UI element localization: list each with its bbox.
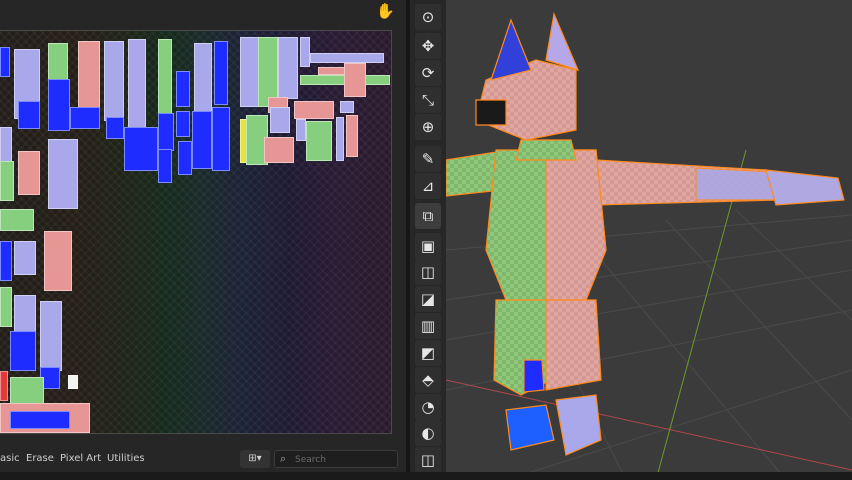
uv-island <box>14 241 36 275</box>
uv-island <box>346 115 358 157</box>
uv-island <box>240 37 260 107</box>
measure-icon[interactable]: ⊿ <box>415 173 441 199</box>
viewport-scene <box>446 11 852 480</box>
3d-viewport[interactable] <box>446 0 852 480</box>
tab-basic[interactable]: asic <box>0 453 20 464</box>
uv-island <box>10 331 36 371</box>
uv-texture-canvas[interactable] <box>0 30 392 434</box>
uv-island <box>68 375 78 389</box>
scale-icon[interactable]: ⤡ <box>415 87 441 113</box>
loop-cut-icon[interactable]: ▥ <box>415 313 441 339</box>
uv-island <box>104 41 124 121</box>
uv-island <box>194 43 212 113</box>
uv-island <box>306 121 332 161</box>
uv-island <box>212 107 230 171</box>
uv-island <box>40 301 62 371</box>
status-bar <box>0 472 852 480</box>
x-axis-line <box>446 379 852 471</box>
bevel-icon[interactable]: ◪ <box>415 286 441 312</box>
uv-island <box>300 37 310 67</box>
tab-pixel-art[interactable]: Pixel Art <box>60 453 101 464</box>
uv-island <box>340 101 354 113</box>
uv-island <box>296 119 306 141</box>
poly-build-icon[interactable]: ⬘ <box>415 367 441 393</box>
uv-island <box>270 107 290 133</box>
uv-island <box>264 137 294 163</box>
uv-island <box>10 411 70 429</box>
uv-island <box>0 209 34 231</box>
grid-view-icon: ⊞ <box>248 453 257 464</box>
annotate-icon[interactable]: ✎ <box>415 146 441 172</box>
character-mesh <box>446 11 845 456</box>
uv-island <box>158 39 172 115</box>
extrude-icon[interactable]: ▣ <box>415 233 441 259</box>
uv-island <box>158 113 174 151</box>
uv-island <box>18 101 40 129</box>
uv-island <box>278 37 298 99</box>
uv-island <box>214 41 228 105</box>
tab-utilities[interactable]: Utilities <box>107 453 145 464</box>
search-input[interactable] <box>293 452 397 468</box>
uv-island <box>336 117 344 161</box>
uv-island <box>124 127 158 171</box>
uv-island <box>0 371 8 401</box>
uv-island <box>192 111 212 169</box>
move-icon[interactable]: ✥ <box>415 33 441 59</box>
inset-icon[interactable]: ◫ <box>415 259 441 285</box>
uv-island <box>310 53 384 63</box>
uv-island <box>48 43 68 83</box>
add-cube-icon[interactable]: ⧉ <box>415 203 441 229</box>
uv-island <box>178 141 192 175</box>
uv-island <box>176 111 190 137</box>
uv-editor-footer: asic Erase Pixel Art Utilities ⊞▾ ⌕ <box>0 448 406 472</box>
tool-shelf: ⊙ ✥ ⟳ ⤡ ⊕ ✎ ⊿ ⧉ ▣ ◫ ◪ ▥ ◩ ⬘ ◔ ◐ ◫ <box>410 0 446 480</box>
uv-island <box>294 101 334 119</box>
uv-editor-panel[interactable]: ✋ asic Erase Pixel Art Utilities ⊞▾ ⌕ Se… <box>0 0 406 480</box>
uv-island <box>106 117 124 139</box>
uv-island <box>18 151 40 195</box>
hand-pan-icon[interactable]: ✋ <box>376 2 395 20</box>
rotate-icon[interactable]: ⟳ <box>415 60 441 86</box>
uv-island <box>0 47 10 77</box>
smooth-icon[interactable]: ◐ <box>415 420 441 446</box>
spin-icon[interactable]: ◔ <box>415 394 441 420</box>
uv-island <box>0 241 12 281</box>
uv-island <box>70 107 100 129</box>
uv-island <box>128 39 146 129</box>
uv-island <box>14 295 36 335</box>
uv-island <box>48 79 70 131</box>
uv-island <box>344 63 366 97</box>
uv-island <box>176 71 190 107</box>
uv-island <box>44 231 72 291</box>
cursor-icon[interactable]: ⊙ <box>415 4 441 30</box>
uv-island <box>158 149 172 183</box>
search-icon: ⌕ <box>280 452 287 465</box>
knife-icon[interactable]: ◩ <box>415 340 441 366</box>
search-field[interactable]: ⌕ <box>274 450 398 468</box>
uv-island <box>0 161 14 201</box>
view-mode-button[interactable]: ⊞▾ <box>240 450 270 468</box>
transform-icon[interactable]: ⊕ <box>415 114 441 140</box>
tab-erase[interactable]: Erase <box>26 453 54 464</box>
shear-icon[interactable]: ◫ <box>415 447 441 473</box>
uv-island <box>0 287 12 327</box>
uv-island <box>48 139 78 209</box>
